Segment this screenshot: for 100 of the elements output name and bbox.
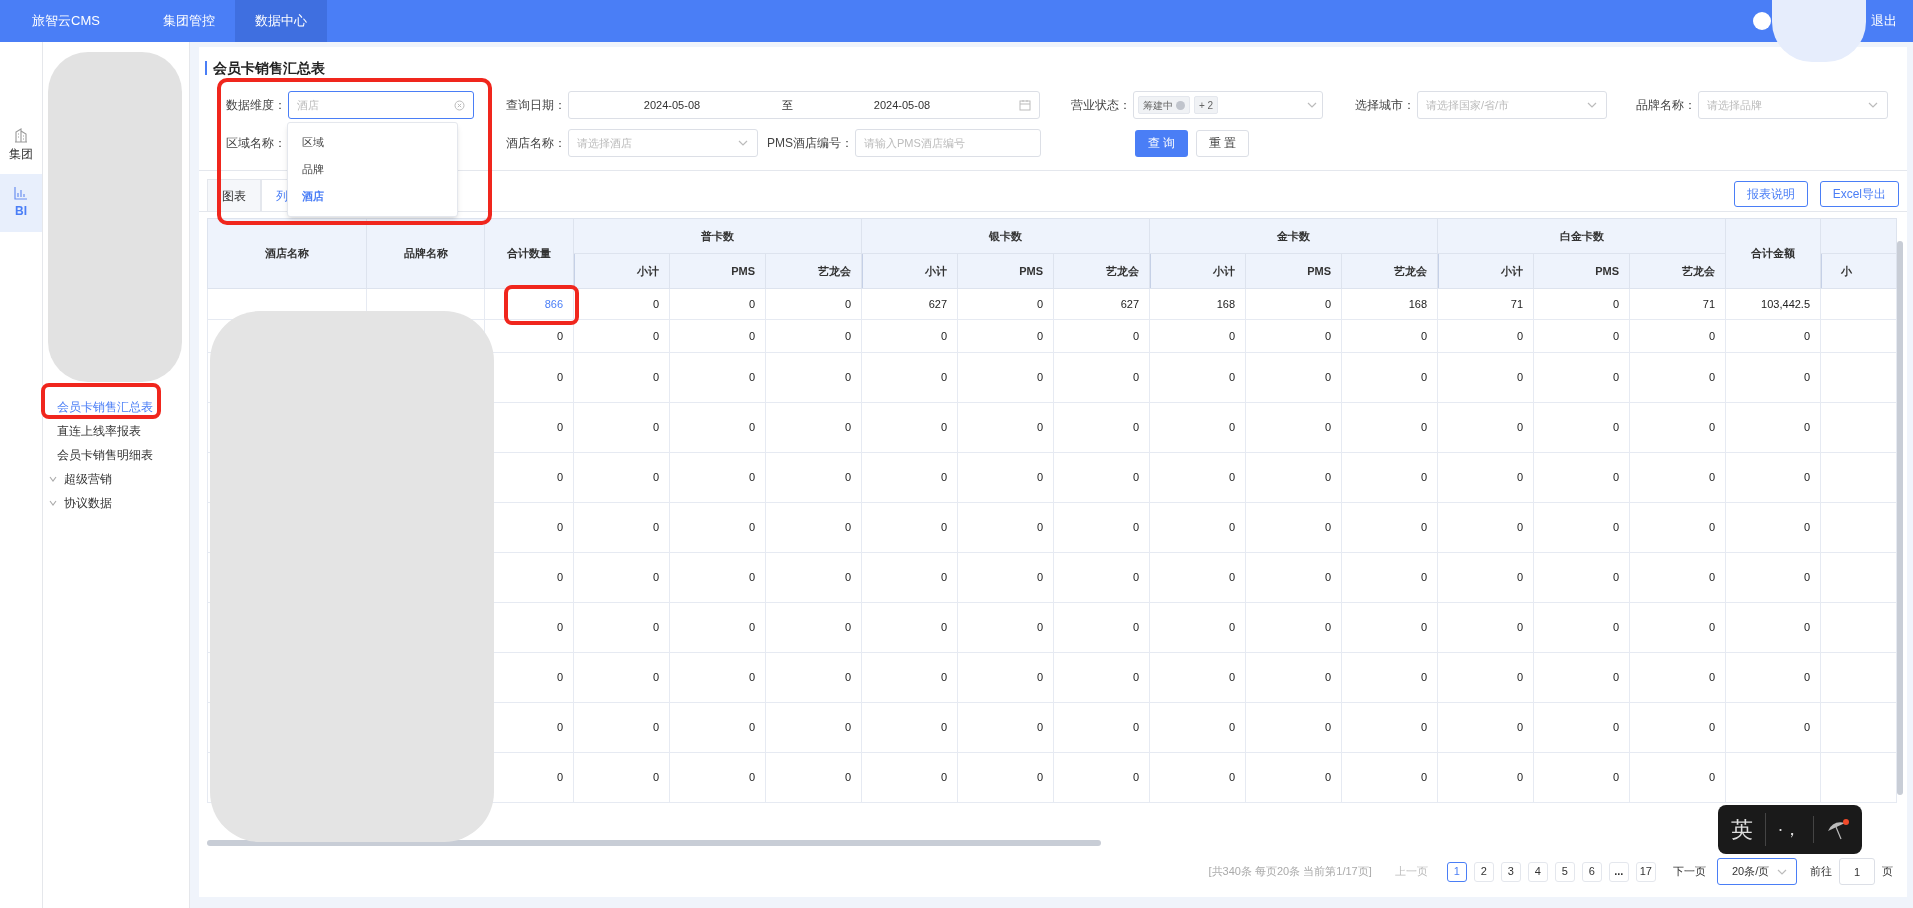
table-cell: 0 bbox=[1228, 471, 1236, 484]
status-select[interactable]: 筹建中 + 2 bbox=[1133, 91, 1323, 119]
dropdown-option[interactable]: 区域 bbox=[288, 129, 457, 156]
page-button[interactable]: 3 bbox=[1500, 861, 1521, 882]
table-cell: 0 bbox=[940, 721, 947, 734]
table-cell: 0 bbox=[1132, 671, 1140, 684]
rail-item[interactable]: 集团 bbox=[0, 116, 42, 174]
table-cell: 0 bbox=[1612, 371, 1620, 384]
page-size-select[interactable]: 20条/页 bbox=[1717, 858, 1797, 885]
vertical-scrollbar[interactable] bbox=[1897, 241, 1903, 795]
more-count-tag: + 2 bbox=[1194, 96, 1219, 114]
table-cell: 0 bbox=[1036, 297, 1043, 310]
tag-close-icon[interactable] bbox=[1176, 100, 1185, 110]
table-cell: 0 bbox=[1132, 621, 1140, 634]
table-cell: 0 bbox=[748, 621, 755, 634]
table-cell: 0 bbox=[1420, 329, 1428, 342]
count-link[interactable]: 866 bbox=[544, 297, 563, 310]
table-cell: 0 bbox=[652, 421, 659, 434]
table-cell: 0 bbox=[1612, 671, 1620, 684]
column-header: 银卡数 bbox=[861, 218, 1150, 254]
sidebar-item[interactable]: 会员卡销售汇总表 bbox=[43, 395, 189, 419]
page-button[interactable]: 6 bbox=[1581, 861, 1602, 882]
nav-tab[interactable]: 数据中心 bbox=[235, 0, 327, 42]
column-header: 合计数量 bbox=[484, 218, 574, 289]
table-cell: 0 bbox=[1612, 621, 1620, 634]
table-cell: 0 bbox=[1708, 421, 1716, 434]
report-action-button[interactable]: Excel导出 bbox=[1819, 181, 1899, 207]
page-button[interactable]: 17 bbox=[1635, 861, 1656, 882]
column-header: 品牌名称 bbox=[366, 218, 485, 289]
table-cell: 0 bbox=[1324, 421, 1332, 434]
table-cell: 0 bbox=[1708, 571, 1716, 584]
table-cell: 0 bbox=[1420, 521, 1428, 534]
table-cell: 0 bbox=[748, 421, 755, 434]
horizontal-scrollbar[interactable] bbox=[207, 840, 1101, 846]
column-header: PMS bbox=[1245, 253, 1342, 289]
table-cell: 0 bbox=[1132, 471, 1140, 484]
field-label: 营业状态： bbox=[1070, 97, 1131, 114]
table-cell: 0 bbox=[1708, 771, 1716, 784]
toggle-icon[interactable] bbox=[1753, 12, 1771, 30]
field-label: 酒店名称： bbox=[505, 135, 566, 152]
table-cell: 0 bbox=[1132, 571, 1140, 584]
view-tab[interactable]: 图表 bbox=[207, 179, 261, 211]
column-header: 小计 bbox=[1437, 253, 1534, 289]
table-cell: 0 bbox=[1803, 371, 1811, 384]
table-cell: 0 bbox=[1803, 621, 1811, 634]
table-cell: 0 bbox=[844, 721, 851, 734]
nav-tab[interactable]: 集团管控 bbox=[143, 0, 235, 42]
sidebar-group[interactable]: 协议数据 bbox=[64, 494, 112, 512]
brand-name: 旅智云CMS bbox=[31, 12, 101, 31]
date-range-field[interactable]: 2024-05-08 至 2024-05-08 bbox=[568, 91, 1040, 119]
more-pages-button[interactable]: ... bbox=[1608, 861, 1629, 882]
sidebar-group[interactable]: 超级营销 bbox=[64, 470, 112, 488]
table-cell: 0 bbox=[1803, 671, 1811, 684]
table-cell: 0 bbox=[1420, 671, 1428, 684]
table-cell: 0 bbox=[1708, 371, 1716, 384]
table-cell: 0 bbox=[1420, 721, 1428, 734]
table-cell: 0 bbox=[748, 671, 755, 684]
table-cell: 0 bbox=[1516, 329, 1524, 342]
table-cell: 0 bbox=[1612, 521, 1620, 534]
reset-button[interactable]: 重 置 bbox=[1196, 129, 1249, 157]
page-button[interactable]: 5 bbox=[1554, 861, 1575, 882]
column-header: 金卡数 bbox=[1149, 218, 1438, 254]
table-cell: 0 bbox=[1228, 621, 1236, 634]
logout-link[interactable]: 退出 bbox=[1871, 0, 1913, 42]
table-cell: 0 bbox=[556, 621, 563, 634]
table-cell: 0 bbox=[1612, 571, 1620, 584]
table-cell: 0 bbox=[1132, 521, 1140, 534]
punctuation-toggle[interactable]: ·， bbox=[1766, 816, 1814, 843]
table-cell: 0 bbox=[940, 371, 947, 384]
table-cell: 0 bbox=[1420, 571, 1428, 584]
table-cell: 0 bbox=[1708, 329, 1716, 342]
report-action-button[interactable]: 报表说明 bbox=[1733, 181, 1808, 207]
search-button[interactable]: 查 询 bbox=[1135, 129, 1188, 157]
table-cell: 0 bbox=[1036, 329, 1043, 342]
page-button[interactable]: 1 bbox=[1446, 861, 1467, 882]
table-cell: 0 bbox=[1803, 471, 1811, 484]
table-cell: 0 bbox=[652, 721, 659, 734]
table-cell: 0 bbox=[1516, 671, 1524, 684]
table-cell: 0 bbox=[1420, 421, 1428, 434]
next-page-link[interactable]: 下一页 bbox=[1673, 863, 1706, 880]
page-button[interactable]: 4 bbox=[1527, 861, 1548, 882]
table-cell: 71 bbox=[1510, 297, 1524, 310]
sidebar-item[interactable]: 会员卡销售明细表 bbox=[43, 443, 189, 467]
table-cell: 0 bbox=[1036, 771, 1043, 784]
page-button[interactable]: 2 bbox=[1473, 861, 1494, 882]
table-cell: 0 bbox=[940, 671, 947, 684]
table-cell: 0 bbox=[844, 771, 851, 784]
table-cell: 0 bbox=[652, 671, 659, 684]
table-cell: 0 bbox=[1708, 521, 1716, 534]
table-cell: 0 bbox=[1324, 721, 1332, 734]
goto-page-input[interactable]: 1 bbox=[1839, 858, 1875, 885]
column-header: 艺龙会 bbox=[1053, 253, 1150, 289]
table-cell: 0 bbox=[940, 471, 947, 484]
pagination-summary: [共340条 每页20条 当前第1/17页] bbox=[1208, 864, 1372, 880]
table-cell: 0 bbox=[652, 621, 659, 634]
field-label: PMS酒店编号： bbox=[766, 135, 853, 152]
table-cell: 0 bbox=[1228, 671, 1236, 684]
input-mode-toggle[interactable]: 英 bbox=[1718, 813, 1766, 846]
sidebar-item[interactable]: 直连上线率报表 bbox=[43, 419, 189, 443]
table-cell: 0 bbox=[748, 297, 755, 310]
